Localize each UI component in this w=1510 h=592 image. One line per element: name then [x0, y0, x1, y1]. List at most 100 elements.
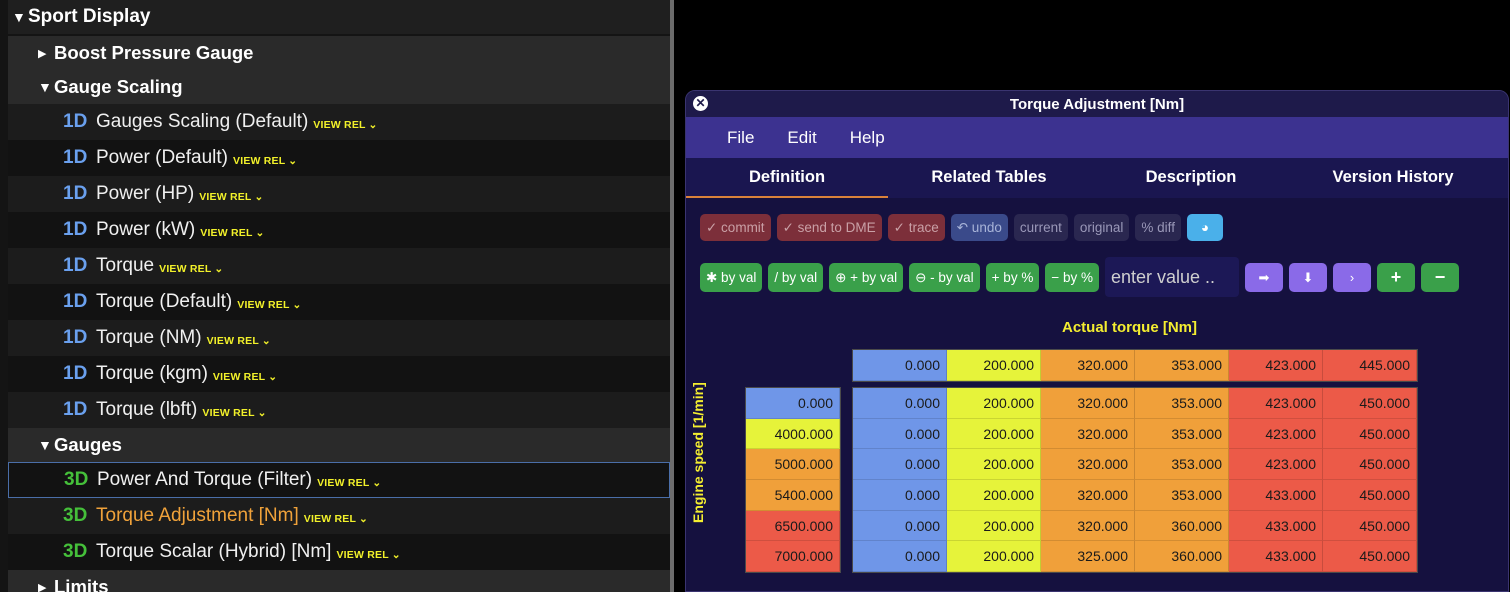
chevron-right-icon[interactable]: › [1332, 262, 1371, 292]
view-rel-link[interactable]: VIEW REL ⌄ [159, 263, 223, 275]
y-axis-cell[interactable]: 6500.000 [746, 510, 840, 542]
x-axis-cell[interactable]: 353.000 [1135, 350, 1229, 381]
caret-right-icon[interactable]: ▶ [38, 581, 54, 592]
table-cell[interactable]: 200.000 [947, 418, 1041, 450]
table-cell[interactable]: 433.000 [1229, 480, 1323, 511]
view-rel-link[interactable]: VIEW REL ⌄ [202, 407, 266, 419]
table-cell[interactable]: 320.000 [1041, 388, 1135, 419]
table-cell[interactable]: 353.000 [1135, 418, 1229, 450]
table-cell[interactable]: 423.000 [1229, 449, 1323, 481]
tab-related-tables[interactable]: Related Tables [888, 158, 1090, 198]
value-input[interactable] [1104, 257, 1239, 297]
y-axis-cell[interactable]: 5400.000 [746, 480, 840, 511]
table-cell[interactable]: 320.000 [1041, 418, 1135, 450]
table-cell[interactable]: 200.000 [947, 541, 1041, 573]
tree-row-12[interactable]: ▼ Gauges [8, 428, 670, 462]
table-cell[interactable]: 325.000 [1041, 541, 1135, 573]
toolbar-button-7[interactable]: ◕ [1186, 214, 1223, 241]
table-cell[interactable]: 200.000 [947, 388, 1041, 419]
table-cell[interactable]: 0.000 [853, 388, 947, 419]
toolbar-button-5[interactable]: original [1073, 214, 1130, 241]
tree-row-9[interactable]: 1D Torque (NM) VIEW REL ⌄ [8, 320, 670, 356]
tree-row-4[interactable]: 1D Power (Default) VIEW REL ⌄ [8, 140, 670, 176]
plus-icon[interactable]: + [1376, 262, 1415, 292]
table-cell[interactable]: 353.000 [1135, 388, 1229, 419]
y-axis-cell[interactable]: 7000.000 [746, 541, 840, 573]
tree-row-2[interactable]: ▼ Gauge Scaling [8, 70, 670, 104]
view-rel-link[interactable]: VIEW REL ⌄ [336, 549, 400, 561]
table-cell[interactable]: 320.000 [1041, 510, 1135, 542]
operation-button-5[interactable]: − by % [1045, 262, 1099, 292]
view-rel-link[interactable]: VIEW REL ⌄ [200, 227, 264, 239]
x-axis-cell[interactable]: 0.000 [853, 350, 947, 381]
table-cell[interactable]: 433.000 [1229, 541, 1323, 573]
operation-button-4[interactable]: + by % [985, 262, 1040, 292]
table-cell[interactable]: 450.000 [1323, 480, 1417, 511]
y-axis-cell[interactable]: 5000.000 [746, 449, 840, 481]
table-cell[interactable]: 353.000 [1135, 480, 1229, 511]
operation-button-1[interactable]: / by val [768, 262, 824, 292]
menu-file[interactable]: File [727, 128, 754, 148]
window-titlebar[interactable]: ✕ Torque Adjustment [Nm] [686, 91, 1508, 117]
table-cell[interactable]: 353.000 [1135, 449, 1229, 481]
view-rel-link[interactable]: VIEW REL ⌄ [199, 191, 263, 203]
view-rel-link[interactable]: VIEW REL ⌄ [237, 299, 301, 311]
table-cell[interactable]: 0.000 [853, 510, 947, 542]
tree-row-15[interactable]: 3D Torque Scalar (Hybrid) [Nm] VIEW REL ⌄ [8, 534, 670, 570]
menu-help[interactable]: Help [850, 128, 885, 148]
tree-row-6[interactable]: 1D Power (kW) VIEW REL ⌄ [8, 212, 670, 248]
tab-description[interactable]: Description [1090, 158, 1292, 198]
panel-divider[interactable] [670, 0, 674, 592]
table-cell[interactable]: 450.000 [1323, 541, 1417, 573]
caret-down-icon[interactable]: ▼ [12, 9, 28, 25]
tree-row-5[interactable]: 1D Power (HP) VIEW REL ⌄ [8, 176, 670, 212]
view-rel-link[interactable]: VIEW REL ⌄ [207, 335, 271, 347]
tree-row-1[interactable]: ▶ Boost Pressure Gauge [8, 36, 670, 70]
caret-down-icon[interactable]: ▼ [38, 437, 54, 453]
y-axis-cell[interactable]: 4000.000 [746, 418, 840, 450]
tree-row-0[interactable]: ▼ Sport Display [8, 0, 670, 34]
view-rel-link[interactable]: VIEW REL ⌄ [313, 119, 377, 131]
toolbar-button-0[interactable]: ✓ commit [700, 214, 771, 241]
operation-button-0[interactable]: ✱ by val [700, 262, 763, 292]
table-cell[interactable]: 433.000 [1229, 510, 1323, 542]
toolbar-button-6[interactable]: % diff [1135, 214, 1181, 241]
caret-down-icon[interactable]: ▼ [38, 79, 54, 95]
x-axis-cell[interactable]: 200.000 [947, 350, 1041, 381]
toolbar-button-1[interactable]: ✓ send to DME [776, 214, 882, 241]
arrow-down-icon[interactable]: ⬇ [1288, 262, 1327, 292]
tree-row-3[interactable]: 1D Gauges Scaling (Default) VIEW REL ⌄ [8, 104, 670, 140]
view-rel-link[interactable]: VIEW REL ⌄ [304, 513, 368, 525]
table-cell[interactable]: 450.000 [1323, 388, 1417, 419]
table-cell[interactable]: 320.000 [1041, 449, 1135, 481]
table-cell[interactable]: 0.000 [853, 418, 947, 450]
table-cell[interactable]: 320.000 [1041, 480, 1135, 511]
operation-button-2[interactable]: ⊕ + by val [829, 262, 904, 292]
table-cell[interactable]: 0.000 [853, 480, 947, 511]
table-cell[interactable]: 423.000 [1229, 418, 1323, 450]
minus-icon[interactable]: − [1420, 262, 1459, 292]
x-axis-cell[interactable]: 423.000 [1229, 350, 1323, 381]
tab-version-history[interactable]: Version History [1292, 158, 1494, 198]
table-cell[interactable]: 200.000 [947, 480, 1041, 511]
tree-row-8[interactable]: 1D Torque (Default) VIEW REL ⌄ [8, 284, 670, 320]
view-rel-link[interactable]: VIEW REL ⌄ [317, 477, 381, 489]
tree-row-14[interactable]: 3D Torque Adjustment [Nm] VIEW REL ⌄ [8, 498, 670, 534]
close-icon[interactable]: ✕ [693, 96, 708, 111]
table-cell[interactable]: 0.000 [853, 541, 947, 573]
caret-right-icon[interactable]: ▶ [38, 47, 54, 60]
tree-row-11[interactable]: 1D Torque (lbft) VIEW REL ⌄ [8, 392, 670, 428]
table-cell[interactable]: 200.000 [947, 449, 1041, 481]
x-axis-cell[interactable]: 445.000 [1323, 350, 1417, 381]
menu-edit[interactable]: Edit [787, 128, 816, 148]
table-cell[interactable]: 423.000 [1229, 388, 1323, 419]
table-cell[interactable]: 360.000 [1135, 510, 1229, 542]
x-axis-cell[interactable]: 320.000 [1041, 350, 1135, 381]
view-rel-link[interactable]: VIEW REL ⌄ [213, 371, 277, 383]
arrow-right-icon[interactable]: ➡ [1244, 262, 1283, 292]
tree-row-13[interactable]: 3D Power And Torque (Filter) VIEW REL ⌄ [8, 462, 670, 498]
table-cell[interactable]: 450.000 [1323, 418, 1417, 450]
tab-definition[interactable]: Definition [686, 158, 888, 198]
view-rel-link[interactable]: VIEW REL ⌄ [233, 155, 297, 167]
table-cell[interactable]: 200.000 [947, 510, 1041, 542]
